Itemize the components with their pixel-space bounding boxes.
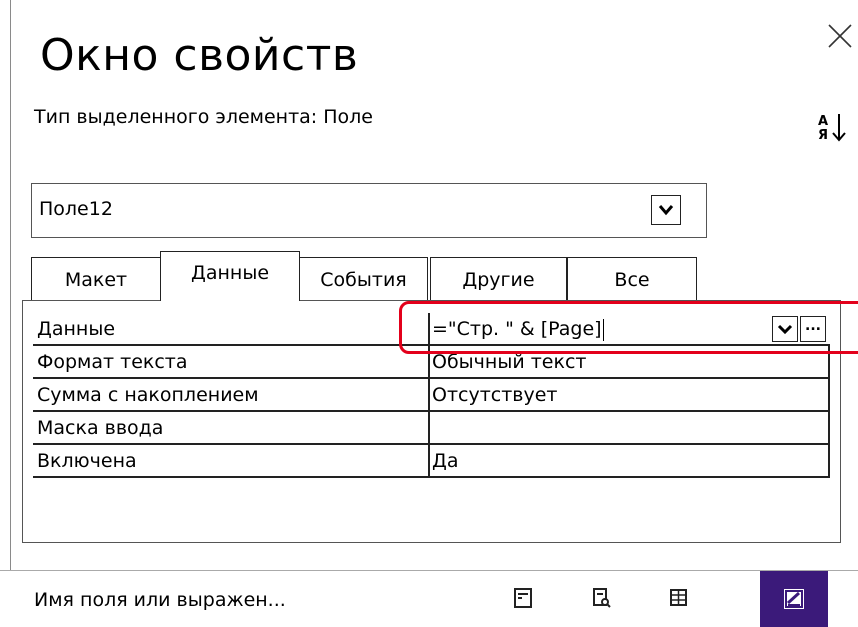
column-divider — [428, 412, 430, 445]
form-view-button[interactable] — [513, 587, 535, 609]
column-divider — [428, 379, 430, 412]
selection-type-label: Тип выделенного элемента: Поле — [34, 106, 373, 128]
property-label: Маска ввода — [37, 417, 164, 439]
property-label: Данные — [37, 318, 116, 340]
column-divider — [428, 313, 430, 346]
property-row-text-format[interactable]: Формат текста Обычный текст — [33, 346, 830, 379]
close-button[interactable] — [826, 22, 854, 50]
property-label: Сумма с накоплением — [37, 384, 259, 406]
row-border — [828, 445, 830, 478]
property-value[interactable]: Обычный текст — [432, 351, 586, 373]
design-view-button[interactable] — [760, 571, 828, 627]
property-row-input-mask[interactable]: Маска ввода — [33, 412, 830, 445]
print-preview-button[interactable] — [591, 587, 613, 609]
tab-data[interactable]: Данные — [160, 251, 300, 301]
tab-events[interactable]: События — [299, 257, 428, 301]
window-border — [10, 0, 11, 626]
svg-text:Я: Я — [818, 128, 828, 143]
property-label: Формат текста — [37, 351, 188, 373]
tab-other[interactable]: Другие — [430, 257, 567, 301]
form-view-icon — [514, 588, 532, 608]
expression-builder-button[interactable]: ... — [800, 316, 826, 342]
object-selector-value: Поле12 — [39, 198, 113, 220]
object-selector[interactable]: Поле12 — [31, 183, 707, 238]
tab-layout[interactable]: Макет — [31, 257, 161, 301]
status-text: Имя поля или выражен... — [34, 589, 286, 611]
property-label: Включена — [37, 450, 137, 472]
close-icon — [828, 24, 852, 48]
object-selector-dropdown-button[interactable] — [651, 195, 681, 225]
column-divider — [428, 346, 430, 379]
property-row-enabled[interactable]: Включена Да — [33, 445, 830, 478]
property-value[interactable]: Да — [432, 450, 459, 472]
pane-title: Окно свойств — [40, 30, 359, 81]
property-value[interactable]: Отсутствует — [432, 384, 558, 406]
layout-view-icon — [670, 589, 687, 606]
text-caret — [602, 318, 604, 341]
chevron-down-icon — [658, 205, 674, 216]
layout-view-button[interactable] — [668, 587, 690, 609]
row-border — [828, 412, 830, 445]
sort-button[interactable]: А Я — [817, 108, 847, 148]
tab-all[interactable]: Все — [567, 257, 697, 301]
chevron-down-icon — [777, 324, 793, 335]
row-border — [828, 379, 830, 412]
print-preview-icon — [593, 588, 611, 608]
svg-text:А: А — [818, 114, 828, 129]
row-border — [828, 346, 830, 379]
column-divider — [428, 445, 430, 478]
property-row-data[interactable]: Данные ="Стр. " & [Page] ... — [33, 313, 830, 346]
design-view-icon — [784, 589, 804, 609]
control-source-input[interactable]: ="Стр. " & [Page] — [432, 318, 604, 341]
property-grid: Данные ="Стр. " & [Page] ... Формат текс… — [22, 300, 841, 543]
sort-az-icon: А Я — [818, 114, 846, 143]
property-row-running-sum[interactable]: Сумма с накоплением Отсутствует — [33, 379, 830, 412]
control-source-dropdown-button[interactable] — [772, 316, 798, 342]
status-bar: Имя поля или выражен... — [0, 570, 858, 627]
